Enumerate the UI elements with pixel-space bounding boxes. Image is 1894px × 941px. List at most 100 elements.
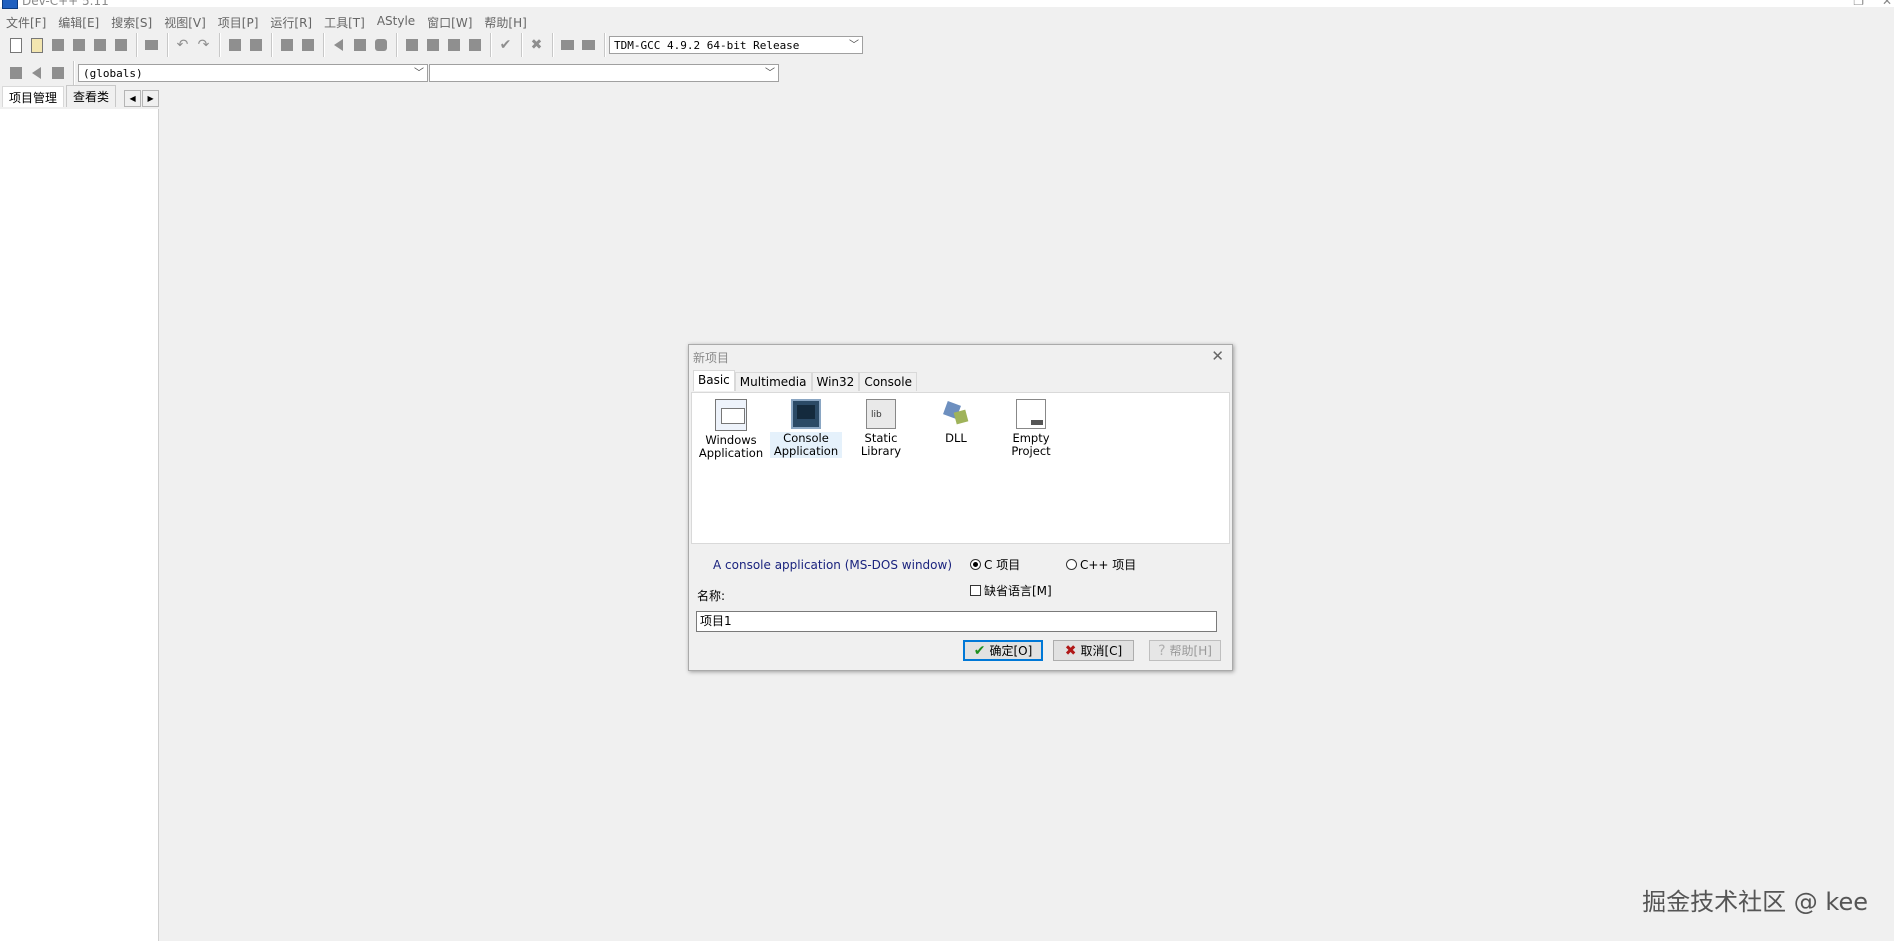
print-icon[interactable] — [143, 37, 160, 54]
radio-c-project[interactable]: C 项目 — [970, 556, 1020, 573]
compiler-select[interactable]: TDM-GCC 4.9.2 64-bit Release ﹀ — [609, 36, 863, 54]
tab-multimedia[interactable]: Multimedia — [734, 372, 812, 391]
template-empty-project[interactable]: Empty Project — [995, 399, 1067, 458]
find-icon[interactable] — [226, 37, 243, 54]
rebuild-all-icon[interactable] — [466, 37, 483, 54]
debug-icon[interactable] — [559, 37, 576, 54]
dialog-title: 新项目 — [693, 351, 730, 365]
project-options-icon[interactable] — [372, 37, 389, 54]
help-icon: ? — [1158, 642, 1166, 659]
window-title: Dev-C++ 5.11 — [22, 0, 109, 8]
template-windows-application[interactable]: Windows Application — [695, 399, 767, 460]
dll-icon — [941, 399, 971, 429]
left-panel-tabs: 项目管理 查看类 ◀ ▶ — [2, 85, 160, 107]
radio-selected-icon — [970, 559, 981, 570]
toggle-bookmark-icon[interactable] — [28, 65, 45, 82]
restore-icon[interactable]: ❐ — [1853, 0, 1864, 8]
project-tree-panel[interactable] — [0, 109, 159, 941]
radio-cpp-label: C++ 项目 — [1080, 558, 1137, 572]
menu-file[interactable]: 文件[F] — [0, 12, 52, 32]
open-file-icon[interactable] — [28, 37, 45, 54]
new-file-icon[interactable] — [7, 37, 24, 54]
menu-edit[interactable]: 编辑[E] — [52, 12, 105, 32]
template-console-application[interactable]: Console Application — [770, 399, 842, 458]
menu-view[interactable]: 视图[V] — [158, 12, 212, 32]
ok-button[interactable]: ✔ 确定[O] — [963, 640, 1043, 661]
default-language-checkbox[interactable]: 缺省语言[M] — [970, 582, 1052, 599]
tab-project-manager[interactable]: 项目管理 — [2, 86, 65, 107]
close-icon[interactable]: ✕ — [1211, 347, 1224, 365]
add-to-project-icon[interactable] — [351, 37, 368, 54]
save-icon[interactable] — [49, 37, 66, 54]
compile-icon[interactable] — [403, 37, 420, 54]
member-select[interactable]: ﹀ — [429, 64, 779, 82]
checkmark-icon: ✔ — [973, 642, 986, 659]
project-name-input[interactable]: 项目1 — [696, 611, 1217, 632]
tab-scroll-left-icon[interactable]: ◀ — [124, 90, 142, 107]
redo-icon[interactable]: ↷ — [195, 37, 212, 54]
tab-class-browser[interactable]: 查看类 — [66, 85, 117, 107]
profile-icon[interactable] — [580, 37, 597, 54]
insert-icon[interactable] — [7, 65, 24, 82]
template-label: Static Library — [860, 431, 902, 458]
chevron-down-icon: ﹀ — [765, 68, 775, 79]
goto-bookmark-icon[interactable] — [49, 65, 66, 82]
menu-astyle[interactable]: AStyle — [371, 12, 421, 32]
radio-cpp-project[interactable]: C++ 项目 — [1066, 556, 1136, 573]
cancel-x-icon: ✖ — [1064, 642, 1077, 659]
dialog-tabs: Basic Multimedia Win32 Console — [693, 370, 917, 391]
new-project-dialog: 新项目 ✕ Basic Multimedia Win32 Console Win… — [688, 344, 1233, 671]
tab-basic[interactable]: Basic — [693, 370, 735, 391]
static-library-icon — [866, 399, 896, 429]
template-description: A console application (MS-DOS window) — [713, 558, 953, 572]
template-label: DLL — [945, 431, 967, 445]
title-bar: Dev-C++ 5.11 ❐ ✕ — [0, 0, 1894, 9]
clean-icon[interactable]: ✖ — [528, 37, 545, 54]
windows-app-icon — [715, 399, 747, 431]
template-static-library[interactable]: Static Library — [845, 399, 917, 458]
tab-scroll-right-icon[interactable]: ▶ — [142, 90, 160, 107]
save-all-icon[interactable] — [70, 37, 87, 54]
goto-function-icon[interactable] — [299, 37, 316, 54]
new-project-icon[interactable] — [330, 37, 347, 54]
console-app-icon — [791, 399, 821, 429]
template-dll[interactable]: DLL — [920, 399, 992, 445]
close-window-icon[interactable]: ✕ — [1882, 0, 1892, 8]
menu-bar: 文件[F] 编辑[E] 搜索[S] 视图[V] 项目[P] 运行[R] 工具[T… — [0, 12, 533, 32]
help-button-label: 帮助[H] — [1169, 644, 1212, 658]
compile-run-icon[interactable] — [445, 37, 462, 54]
run-icon[interactable] — [424, 37, 441, 54]
cancel-button[interactable]: ✖ 取消[C] — [1053, 640, 1134, 661]
chevron-down-icon: ﹀ — [849, 40, 859, 51]
syntax-check-icon[interactable]: ✔ — [497, 37, 514, 54]
template-label: Windows Application — [698, 433, 764, 460]
close-all-icon[interactable] — [112, 37, 129, 54]
tab-win32[interactable]: Win32 — [811, 372, 860, 391]
project-name-label: 名称: — [697, 589, 726, 603]
app-icon — [2, 0, 18, 9]
menu-search[interactable]: 搜索[S] — [105, 12, 158, 32]
menu-run[interactable]: 运行[R] — [264, 12, 318, 32]
default-language-label: 缺省语言[M] — [984, 584, 1052, 598]
menu-tools[interactable]: 工具[T] — [318, 12, 371, 32]
undo-icon[interactable]: ↶ — [174, 37, 191, 54]
tab-console[interactable]: Console — [859, 372, 917, 391]
scope-select-value: (globals) — [83, 67, 143, 80]
help-button[interactable]: ? 帮助[H] — [1149, 640, 1221, 661]
goto-line-icon[interactable] — [278, 37, 295, 54]
radio-unselected-icon — [1066, 559, 1077, 570]
replace-icon[interactable] — [247, 37, 264, 54]
menu-help[interactable]: 帮助[H] — [478, 12, 532, 32]
menu-window[interactable]: 窗口[W] — [421, 12, 478, 32]
class-toolbar: (globals) ﹀ ﹀ — [2, 60, 782, 86]
watermark: 掘金技术社区 @ kee — [1642, 888, 1868, 916]
close-file-icon[interactable] — [91, 37, 108, 54]
scope-select[interactable]: (globals) ﹀ — [78, 64, 428, 82]
menu-project[interactable]: 项目[P] — [212, 12, 265, 32]
radio-c-label: C 项目 — [984, 558, 1021, 572]
main-toolbar: ↶ ↷ ✔ ✖ TDM-GCC 4.9.2 64-bit Release ﹀ — [2, 32, 866, 58]
ok-button-label: 确定[O] — [989, 644, 1033, 658]
checkbox-icon — [970, 585, 981, 596]
template-list: Windows Application Console Application … — [691, 392, 1230, 544]
template-label: Empty Project — [1011, 431, 1051, 458]
